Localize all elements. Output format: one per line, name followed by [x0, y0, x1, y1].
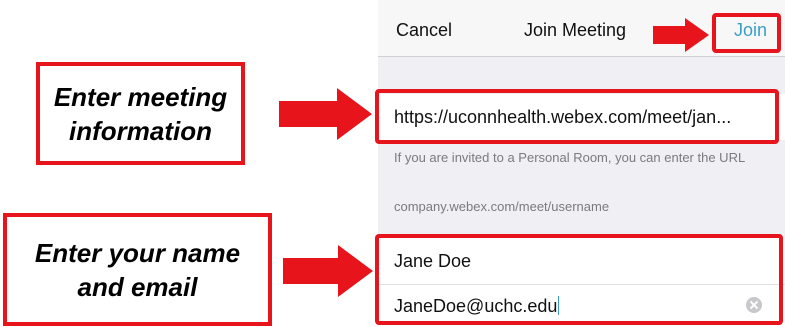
meeting-callout-line1: Enter meeting — [53, 81, 228, 112]
name-email-callout: Enter your name and email — [3, 213, 272, 326]
right-arrow-icon — [283, 245, 373, 297]
cancel-button[interactable]: Cancel — [396, 20, 452, 41]
meeting-info-callout: Enter meeting information — [36, 62, 245, 165]
name-email-highlight-box — [375, 234, 783, 325]
page-title: Join Meeting — [524, 20, 627, 40]
right-arrow-icon — [279, 88, 372, 140]
right-arrow-icon — [653, 18, 709, 52]
name-callout-line2: and email — [77, 271, 198, 302]
join-highlight-box — [712, 13, 781, 53]
url-highlight-box — [375, 89, 779, 144]
meeting-callout-line2: information — [69, 115, 212, 146]
personal-room-hint: If you are invited to a Personal Room, y… — [394, 150, 746, 165]
name-callout-line1: Enter your name — [34, 237, 241, 268]
url-example: company.webex.com/meet/username — [394, 199, 610, 214]
